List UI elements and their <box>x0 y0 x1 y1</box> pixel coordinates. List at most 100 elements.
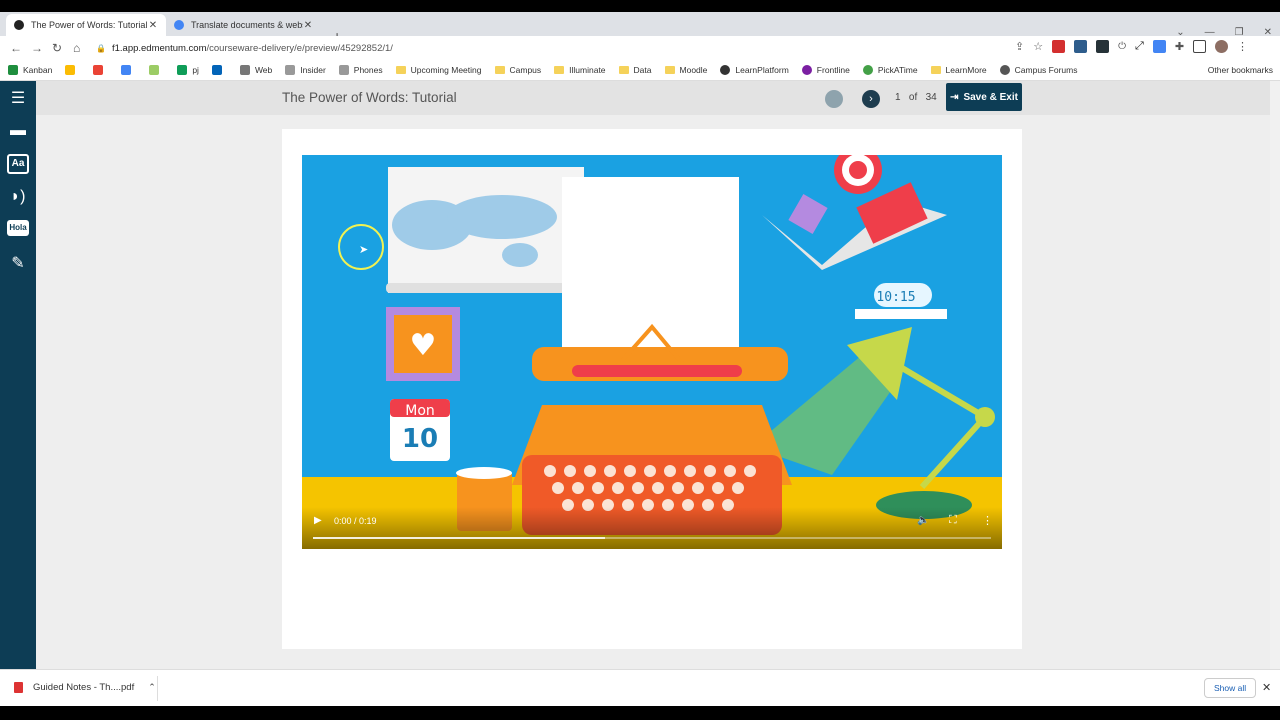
video-player[interactable]: ♥ Mon 10 10:15 ▶ 0:00 / 0:19 🔈 ⛶ ⋮ ➤ <box>302 155 1002 549</box>
pdf-icon <box>14 682 23 693</box>
drive-icon <box>65 65 76 75</box>
bookmark-pickatime[interactable]: PickATime <box>862 65 918 75</box>
folder-icon <box>554 66 565 74</box>
bookmark-label: Data <box>633 65 652 75</box>
more-options-icon[interactable]: ⋮ <box>982 514 993 527</box>
chevron-up-icon[interactable]: ⌃ <box>148 682 156 693</box>
close-icon[interactable]: ✕ <box>1262 681 1271 694</box>
bookmark-label: Kanban <box>23 65 53 75</box>
folder-icon <box>664 66 675 74</box>
translate-extension-icon[interactable] <box>1152 40 1166 53</box>
calendar-icon <box>121 65 132 75</box>
video-seek-bar[interactable] <box>313 537 991 539</box>
bookmark-label: LearnMore <box>945 65 987 75</box>
folder-icon[interactable]: ▬ <box>7 121 29 141</box>
sidepanel-icon[interactable] <box>1193 40 1207 53</box>
tab-title: Translate documents & websites <box>191 20 303 30</box>
volume-icon[interactable]: 🔈 <box>917 515 929 526</box>
bookmark-upcoming-meeting[interactable]: Upcoming Meeting <box>395 65 482 75</box>
insider-icon <box>285 65 296 75</box>
show-all-button[interactable]: Show all <box>1204 678 1257 698</box>
bookmark-moodle[interactable]: Moodle <box>664 65 707 75</box>
puzzle-icon[interactable]: ✚ <box>1175 40 1184 53</box>
translate-icon[interactable]: Hola <box>7 220 29 236</box>
power-icon[interactable]: ⏻ <box>1118 41 1126 52</box>
close-icon[interactable]: ✕ <box>303 20 313 31</box>
home-icon[interactable]: ⌂ <box>73 41 80 55</box>
bookmark-label: Phones <box>353 65 383 75</box>
extension-icon[interactable] <box>1074 40 1088 53</box>
bookmark-campus-forums[interactable]: Campus Forums <box>999 65 1077 75</box>
reload-icon[interactable]: ↻ <box>52 41 62 55</box>
classroom-icon <box>149 65 160 75</box>
bookmark-label: Illuminate <box>569 65 606 75</box>
bookmark-illuminate[interactable]: Illuminate <box>554 65 606 75</box>
folder-icon <box>618 66 629 74</box>
text-to-speech-icon[interactable]: ◗) <box>7 187 29 207</box>
back-icon[interactable]: ← <box>10 41 22 55</box>
web-icon <box>239 65 250 75</box>
close-icon[interactable]: ✕ <box>148 20 158 31</box>
download-filename: Guided Notes - Th....pdf <box>33 682 135 693</box>
edmentum-favicon-icon <box>14 20 24 30</box>
folder-icon <box>930 66 941 74</box>
dictionary-icon[interactable]: Aa <box>7 154 29 174</box>
tab-power-of-words[interactable]: The Power of Words: Tutorial ✕ <box>6 14 166 36</box>
bookmark-pj[interactable]: pj <box>177 65 199 75</box>
mouse-pointer-icon: ➤ <box>359 244 369 256</box>
bookmark-label: Frontline <box>816 65 850 75</box>
forward-icon[interactable]: → <box>31 41 43 55</box>
divider <box>157 676 158 701</box>
bookmark-learnmore[interactable]: LearnMore <box>930 65 987 75</box>
download-item[interactable]: Guided Notes - Th....pdf ⌃ <box>14 682 156 693</box>
bookmark-label: pj <box>192 65 199 75</box>
highlighter-icon[interactable]: ✎ <box>7 254 29 274</box>
avatar[interactable] <box>1215 40 1229 53</box>
save-exit-button[interactable]: ⇥ Save & Exit <box>946 83 1022 111</box>
bookmark-frontline[interactable]: Frontline <box>801 65 850 75</box>
extension-icon[interactable] <box>1052 40 1066 53</box>
phones-icon <box>338 65 349 75</box>
page-current: 1 <box>895 92 901 103</box>
globe-icon <box>999 65 1010 75</box>
play-icon[interactable]: ▶ <box>314 515 322 526</box>
bookmark-calendar[interactable] <box>121 65 136 75</box>
folder-icon <box>395 66 406 74</box>
outlook-icon <box>211 65 222 75</box>
bookmark-insider[interactable]: Insider <box>285 65 326 75</box>
star-icon[interactable]: ☆ <box>1033 40 1043 53</box>
pickatime-icon <box>862 65 873 75</box>
address-bar[interactable]: 🔒 f1.app.edmentum.com /courseware-delive… <box>96 38 1046 58</box>
bookmark-label: PickATime <box>877 65 918 75</box>
tab-translate[interactable]: Translate documents & websites ✕ <box>166 14 321 36</box>
list-icon[interactable]: ☰ <box>7 89 29 109</box>
bookmark-kanban[interactable]: Kanban <box>8 65 52 75</box>
google-favicon-icon <box>174 20 184 30</box>
page-scrollbar[interactable] <box>1270 81 1280 669</box>
downloads-bar: Guided Notes - Th....pdf ⌃ Show all ✕ <box>0 669 1280 706</box>
bookmark-classroom[interactable] <box>149 65 164 75</box>
clock-time: 10:15 <box>876 290 915 305</box>
other-bookmarks[interactable]: Other bookmarks <box>1208 65 1273 75</box>
fullscreen-icon[interactable]: ⛶ <box>949 514 957 527</box>
bookmark-learnplatform[interactable]: LearnPlatform <box>720 65 789 75</box>
url-host: f1.app.edmentum.com <box>111 42 207 54</box>
extension-icon[interactable] <box>1096 40 1110 53</box>
bookmark-gmail[interactable] <box>93 65 108 75</box>
save-exit-label: Save & Exit <box>963 91 1018 103</box>
menu-dots-icon[interactable]: ⋮ <box>1237 40 1248 53</box>
share-icon[interactable]: ⇪ <box>1015 40 1024 53</box>
calendar-date: 10 <box>402 424 438 454</box>
expand-icon[interactable]: ⤢ <box>1135 40 1144 53</box>
bookmark-drive[interactable] <box>65 65 80 75</box>
bookmark-web[interactable]: Web <box>239 65 273 75</box>
page-counter: 1 of 34 <box>895 92 937 103</box>
bookmark-campus[interactable]: Campus <box>494 65 541 75</box>
bookmark-outlook[interactable] <box>211 65 227 75</box>
bookmark-phones[interactable]: Phones <box>338 65 383 75</box>
page-of: of <box>908 92 918 103</box>
next-page-button[interactable]: › <box>862 90 880 108</box>
bookmark-data[interactable]: Data <box>618 65 652 75</box>
bookmark-label: Web <box>254 65 273 75</box>
tab-strip: The Power of Words: Tutorial ✕ Translate… <box>0 12 1280 44</box>
